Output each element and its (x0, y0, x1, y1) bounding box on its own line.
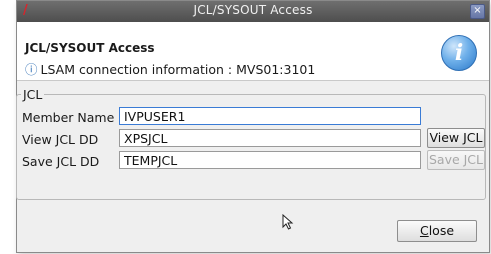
dialog-header: JCL/SYSOUT Access ⓘ LSAM connection infor… (17, 22, 489, 81)
member-name-label: Member Name (22, 110, 115, 125)
info-icon: i (441, 35, 477, 71)
view-jcl-button[interactable]: View JCL (427, 128, 485, 148)
save-jcl-button[interactable]: Save JCL (427, 150, 485, 170)
dialog-window: / JCL/SYSOUT Access × JCL/SYSOUT Access … (16, 0, 490, 253)
view-jcl-dd-input[interactable] (119, 129, 421, 147)
info-small-icon: ⓘ (25, 62, 38, 77)
close-window-icon[interactable]: × (470, 4, 485, 19)
mouse-cursor-icon (282, 214, 294, 230)
close-label-rest: lose (428, 223, 455, 238)
save-jcl-dd-label: Save JCL DD (22, 154, 100, 169)
save-jcl-dd-input[interactable] (119, 151, 421, 169)
connection-info: ⓘ LSAM connection information : MVS01:310… (25, 59, 315, 78)
title-bar[interactable]: / JCL/SYSOUT Access × (17, 1, 489, 23)
dialog-heading: JCL/SYSOUT Access (25, 41, 155, 55)
member-name-input[interactable] (119, 107, 421, 125)
connection-info-text: LSAM connection information : MVS01:3101 (40, 62, 316, 77)
window-title: JCL/SYSOUT Access (193, 3, 313, 17)
jcl-group-label: JCL (21, 87, 45, 102)
view-jcl-dd-label: View JCL DD (22, 132, 99, 147)
close-mnemonic: C (419, 223, 429, 238)
close-button[interactable]: Close (397, 220, 477, 242)
